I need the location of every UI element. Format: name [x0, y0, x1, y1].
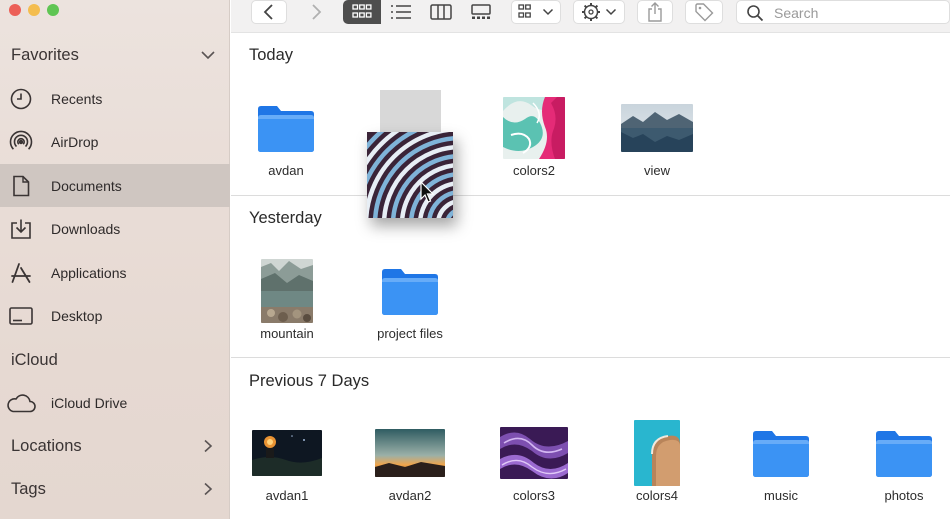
sidebar-item-label: iCloud Drive	[51, 394, 128, 411]
image-thumbnail	[479, 88, 589, 168]
clock-icon	[7, 85, 34, 112]
section-divider	[231, 195, 950, 196]
tags-section-header[interactable]: Tags	[0, 470, 230, 508]
grid-icon	[352, 4, 372, 18]
image-thumbnail	[232, 251, 342, 331]
locations-title: Locations	[11, 436, 82, 455]
mouse-cursor-icon	[420, 181, 435, 203]
folder-icon	[231, 88, 341, 168]
share-button[interactable]	[637, 0, 673, 24]
file-name: colors4	[636, 488, 678, 503]
sidebar-item-desktop[interactable]: Desktop	[0, 294, 230, 337]
file-name: avdan	[268, 163, 304, 178]
folder-icon	[849, 413, 950, 493]
document-icon	[7, 172, 34, 199]
list-view-button[interactable]	[384, 0, 418, 24]
file-name: colors3	[513, 488, 555, 503]
close-window-button[interactable]	[9, 4, 21, 16]
locations-section-header[interactable]: Locations	[0, 427, 230, 465]
action-menu-button[interactable]	[573, 0, 625, 24]
file-name: music	[764, 488, 798, 503]
chevron-right-icon[interactable]	[200, 439, 216, 453]
dragged-image-thumbnail[interactable]	[367, 132, 453, 218]
sidebar-item-label: Applications	[51, 264, 127, 281]
sidebar: Favorites Recents AirDrop Documents Down…	[0, 0, 230, 519]
sidebar-item-label: Downloads	[51, 220, 121, 237]
tag-icon	[695, 3, 714, 22]
sidebar-item-recents[interactable]: Recents	[0, 77, 230, 120]
group-by-button[interactable]	[511, 0, 561, 24]
gallery-view-button[interactable]	[464, 0, 498, 24]
sidebar-item-label: Desktop	[51, 307, 103, 324]
search-input[interactable]: Search	[736, 0, 950, 24]
file-name: project files	[377, 326, 443, 341]
minimize-window-button[interactable]	[28, 4, 40, 16]
section-divider	[231, 357, 950, 358]
gear-icon	[582, 3, 600, 21]
column-view-button[interactable]	[424, 0, 458, 24]
sidebar-item-label: Recents	[51, 90, 103, 107]
grid-icon	[518, 4, 531, 18]
sidebar-item-applications[interactable]: Applications	[0, 251, 230, 294]
zoom-window-button[interactable]	[47, 4, 59, 16]
back-button[interactable]	[251, 0, 287, 24]
applications-icon	[7, 259, 34, 286]
chevron-right-icon[interactable]	[200, 482, 216, 496]
toolbar: Search	[231, 0, 950, 33]
tag-button[interactable]	[685, 0, 723, 24]
image-thumbnail	[602, 413, 712, 493]
file-browser-content: Today avdan colors2 view Yesterday mount…	[231, 33, 950, 519]
icloud-section-header[interactable]: iCloud	[0, 341, 230, 379]
icon-view-button[interactable]	[343, 0, 381, 24]
image-thumbnail	[355, 413, 465, 493]
gallery-icon	[471, 4, 491, 19]
image-thumbnail	[232, 413, 342, 493]
sidebar-item-icloud-drive[interactable]: iCloud Drive	[0, 381, 230, 424]
forward-button[interactable]	[303, 0, 329, 24]
folder-icon	[726, 413, 836, 493]
favorites-section-header[interactable]: Favorites	[0, 36, 230, 74]
chevron-right-icon	[312, 4, 322, 20]
icloud-title: iCloud	[11, 350, 58, 369]
chevron-down-icon	[605, 8, 617, 16]
group-title-today: Today	[249, 46, 294, 64]
sidebar-item-label: AirDrop	[51, 133, 99, 150]
folder-icon	[355, 251, 465, 331]
airdrop-icon	[7, 128, 34, 155]
list-icon	[391, 5, 411, 19]
desktop-icon	[7, 302, 34, 329]
search-icon	[747, 5, 764, 22]
columns-icon	[430, 4, 452, 20]
group-title-previous-7-days: Previous 7 Days	[249, 372, 370, 390]
window-controls	[9, 4, 59, 16]
group-title-yesterday: Yesterday	[249, 209, 322, 227]
tags-title: Tags	[11, 479, 46, 498]
file-name: avdan1	[265, 488, 309, 503]
download-icon	[7, 215, 34, 242]
sidebar-item-downloads[interactable]: Downloads	[0, 207, 230, 250]
file-name: view	[643, 163, 670, 178]
file-name: mountain	[260, 326, 314, 341]
chevron-down-icon[interactable]	[200, 48, 216, 62]
chevron-left-icon	[263, 4, 273, 20]
cloud-icon	[5, 389, 37, 416]
sidebar-item-documents[interactable]: Documents	[0, 164, 230, 207]
sidebar-item-airdrop[interactable]: AirDrop	[0, 120, 230, 163]
chevron-down-icon	[542, 8, 554, 16]
file-name: avdan2	[388, 488, 432, 503]
image-thumbnail	[479, 413, 589, 493]
favorites-title: Favorites	[11, 45, 79, 64]
share-icon	[648, 2, 662, 22]
sidebar-item-label: Documents	[51, 177, 122, 194]
image-thumbnail	[602, 88, 712, 168]
file-name: photos	[884, 488, 924, 503]
search-placeholder: Search	[774, 5, 819, 21]
file-name: colors2	[513, 163, 555, 178]
